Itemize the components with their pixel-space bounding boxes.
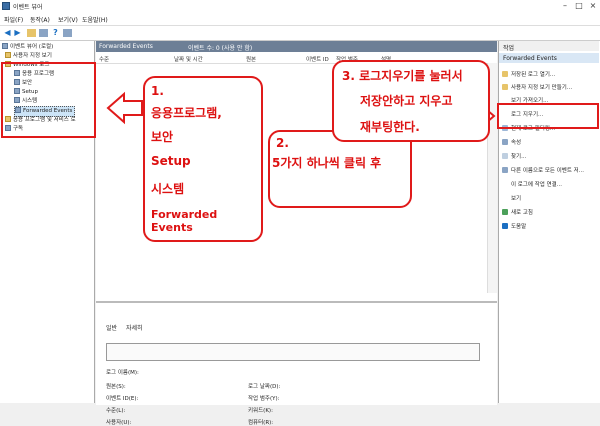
annotation-box-step1: 1. 응용프로그램, 보안 Setup 시스템 Forwarded Events xyxy=(143,76,263,242)
left-arrow-icon xyxy=(106,91,143,125)
field-keywords: 키워드(K): xyxy=(248,408,273,414)
field-computer: 컴퓨터(R): xyxy=(248,420,274,426)
annotation-box-step3: 3. 로그지우기를 눌러서 저장안하고 지우고 재부팅한다. xyxy=(332,60,490,142)
field-user: 사용자(U): xyxy=(106,420,132,426)
field-level: 수준(L): xyxy=(106,408,126,414)
